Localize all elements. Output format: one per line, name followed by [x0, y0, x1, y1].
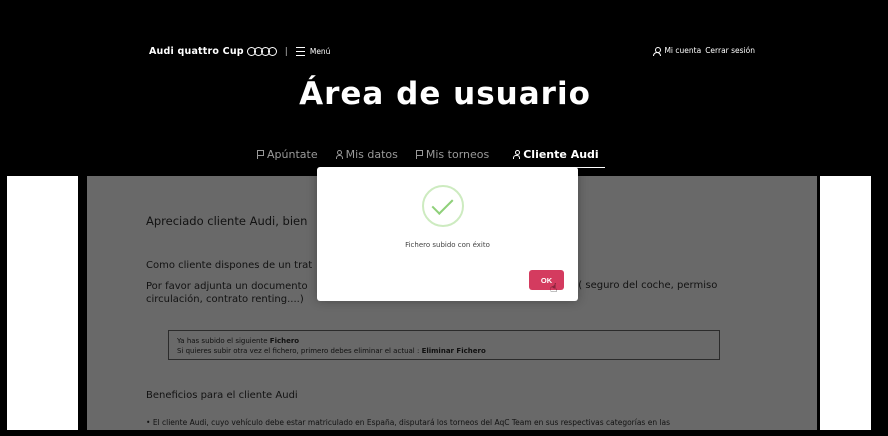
info-line-1: Ya has subido el siguiente Fichero	[177, 336, 719, 346]
page-margin-right	[820, 176, 871, 430]
attach-text-right: o ( seguro del coche, permiso	[569, 280, 718, 291]
logout-link[interactable]: Cerrar sesión	[705, 46, 755, 55]
user-icon	[335, 150, 343, 159]
tab-apuntate[interactable]: Apúntate	[257, 148, 318, 168]
header-hero: Audi quattro Cup | Menú Mi cuenta Cerrar…	[7, 6, 883, 178]
file-info-box: Ya has subido el siguiente Fichero Si qu…	[168, 330, 720, 360]
benefits-heading: Beneficios para el cliente Audi	[146, 390, 298, 401]
brand-name[interactable]: Audi quattro Cup	[149, 46, 244, 57]
flag-icon	[415, 150, 423, 159]
tab-mis-torneos[interactable]: Mis torneos	[415, 148, 490, 168]
user-icon	[653, 46, 662, 56]
success-modal: Fichero subido con éxito OK ☝	[317, 167, 578, 301]
modal-message: Fichero subido con éxito	[405, 241, 490, 249]
flag-icon	[257, 150, 264, 159]
tab-label: Cliente Audi	[523, 148, 599, 161]
tab-label: Mis datos	[345, 148, 398, 161]
audi-rings-icon	[246, 47, 277, 56]
delete-file-link[interactable]: Eliminar Fichero	[422, 347, 486, 355]
ok-button[interactable]: OK	[529, 270, 564, 290]
info-line-1-text: Ya has subido el siguiente	[177, 337, 268, 345]
intro-paragraph: Como cliente dispones de un trat	[146, 260, 313, 271]
user-tabs: Apúntate Mis datos Mis torneos Cliente A…	[257, 148, 605, 168]
menu-icon[interactable]	[295, 47, 305, 56]
benefit-bullet: • El cliente Audi, cuyo vehículo debe es…	[146, 418, 671, 427]
attach-text-line2: circulación, contrato renting....)	[146, 294, 304, 305]
menu-button[interactable]: Menú	[310, 47, 331, 56]
page-margin-left	[7, 176, 78, 430]
nav-separator: |	[284, 46, 288, 57]
info-line-1-bold: Fichero	[269, 337, 300, 345]
check-icon	[422, 185, 464, 227]
attach-text-left: Por favor adjunta un documento	[146, 281, 308, 292]
account-nav: Mi cuenta Cerrar sesión	[653, 46, 755, 56]
info-line-2: Si quieres subir otra vez el fichero, pr…	[177, 346, 719, 356]
greeting-heading: Apreciado cliente Audi, bien	[146, 214, 308, 228]
tab-label: Apúntate	[267, 148, 318, 161]
top-nav: Audi quattro Cup | Menú	[149, 46, 330, 57]
info-line-2-text: Si quieres subir otra vez el fichero, pr…	[177, 347, 420, 355]
benefit-bullet-text: El cliente Audi, cuyo vehículo debe esta…	[152, 418, 671, 427]
account-link[interactable]: Mi cuenta	[664, 46, 701, 55]
screen-frame: Audi quattro Cup | Menú Mi cuenta Cerrar…	[0, 0, 888, 436]
hand-cursor-icon: ☝	[550, 281, 558, 295]
tab-cliente-audi[interactable]: Cliente Audi	[507, 148, 605, 168]
page-title: Área de usuario	[299, 76, 591, 112]
tab-label: Mis torneos	[425, 148, 490, 161]
user-icon	[513, 150, 521, 159]
tab-mis-datos[interactable]: Mis datos	[335, 148, 398, 168]
